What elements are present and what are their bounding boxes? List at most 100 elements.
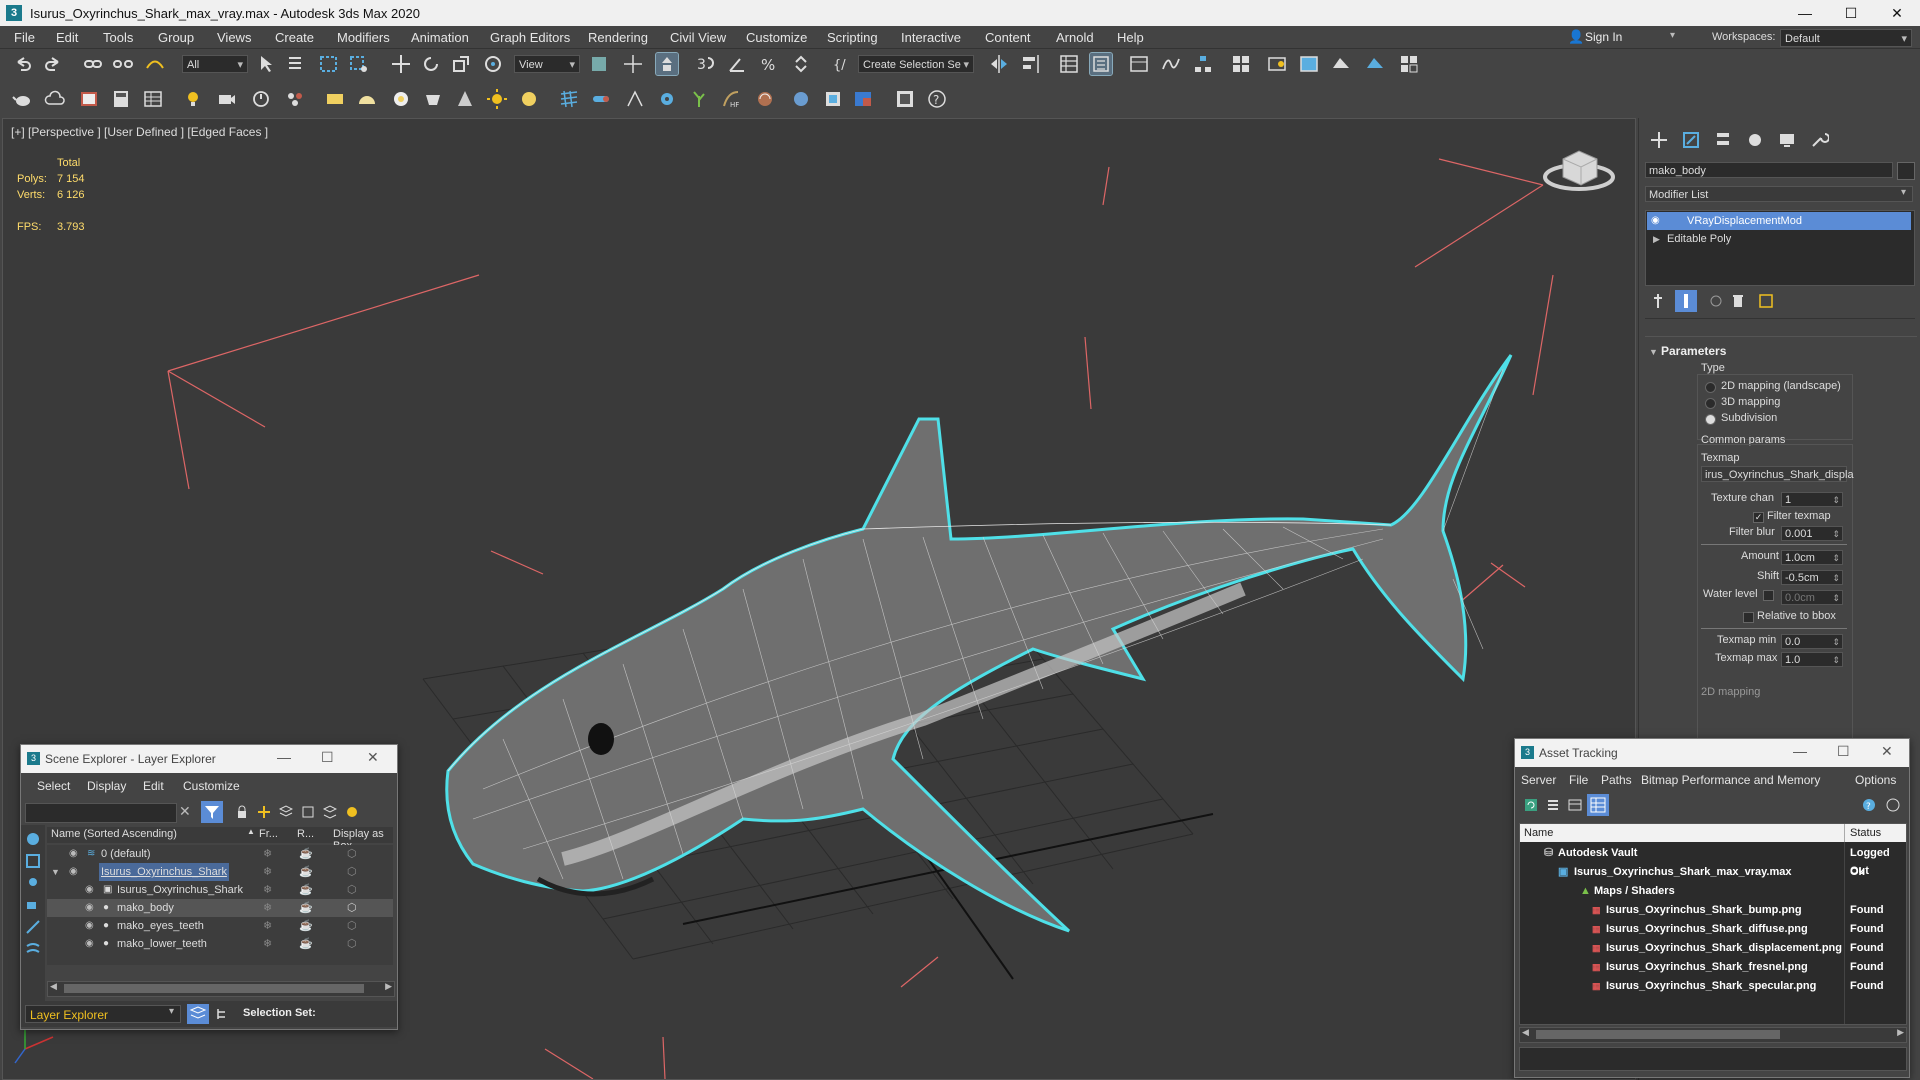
image-viewer-icon[interactable] [78, 88, 100, 110]
scroll-right-icon[interactable]: ▶ [1897, 1027, 1904, 1038]
at-path-field[interactable] [1519, 1047, 1907, 1071]
toggle-layer-explorer-icon[interactable] [1089, 52, 1113, 76]
freeze-icon[interactable]: ❄ [263, 917, 272, 935]
render-teapot-icon[interactable]: ☕ [299, 845, 313, 863]
light-bulb-icon[interactable] [182, 88, 204, 110]
visibility-eye-icon[interactable]: ◉ [85, 899, 94, 917]
texmap-min-spinner[interactable]: 0.0 [1781, 634, 1843, 649]
mirror-icon[interactable] [988, 53, 1010, 75]
move-icon[interactable] [390, 53, 412, 75]
display-geometry-icon[interactable] [25, 831, 41, 847]
particles-icon[interactable] [284, 88, 306, 110]
texmap-max-spinner[interactable]: 1.0 [1781, 652, 1843, 667]
display-spacewarps-icon[interactable] [25, 941, 41, 957]
keyboard-shortcut-override-icon[interactable] [655, 52, 679, 76]
scroll-right-icon[interactable]: ▶ [385, 981, 392, 992]
sort-by-hierarchy-icon[interactable] [215, 1006, 231, 1022]
render-teapot-icon[interactable]: ☕ [299, 899, 313, 917]
freeze-icon[interactable]: ❄ [263, 845, 272, 863]
camera-icon[interactable] [216, 88, 238, 110]
redo-icon[interactable] [42, 53, 64, 75]
calculator-icon[interactable] [110, 88, 132, 110]
minimize-button[interactable]: — [1782, 0, 1828, 26]
render-teapot-icon[interactable]: ☕ [299, 881, 313, 899]
render-teapot-icon[interactable]: ☕ [299, 863, 313, 881]
radio-3d-mapping[interactable] [1705, 398, 1716, 409]
named-selection-set-select[interactable]: Create Selection Se [858, 55, 974, 74]
scrollbar-thumb[interactable] [64, 984, 364, 993]
menu-graph-editors[interactable]: Graph Editors [490, 30, 570, 45]
filter-toggle-button[interactable] [201, 801, 223, 823]
se-menu-display[interactable]: Display [87, 779, 126, 793]
eye-icon[interactable]: ◉ [1651, 212, 1660, 230]
unlink-icon[interactable] [112, 53, 134, 75]
timer-icon[interactable] [250, 88, 272, 110]
select-object-icon[interactable] [256, 53, 278, 75]
menu-rendering[interactable]: Rendering [588, 30, 648, 45]
column-status[interactable]: Status [1850, 827, 1881, 839]
layers-icon[interactable] [279, 805, 293, 819]
help-icon[interactable]: ? [926, 88, 948, 110]
freeze-icon[interactable]: ❄ [263, 899, 272, 917]
box-display-icon[interactable]: ⬡ [347, 881, 357, 899]
menu-modifiers[interactable]: Modifiers [337, 30, 390, 45]
sort-by-layer-button[interactable] [187, 1004, 209, 1024]
freeze-icon[interactable]: ❄ [263, 863, 272, 881]
undo-icon[interactable] [12, 53, 34, 75]
tree-row[interactable]: ◉ ● mako_lower_teeth ❄ ☕ ⬡ [47, 935, 393, 953]
sign-in-dropdown-icon[interactable]: ▾ [1670, 30, 1675, 41]
display-tab-icon[interactable] [1777, 130, 1797, 150]
asset-row[interactable]: ▦ Isurus_Oxyrinchus_Shark_diffuse.png Fo… [1520, 920, 1906, 938]
create-layer-icon[interactable] [257, 805, 271, 819]
se-menu-customize[interactable]: Customize [183, 779, 240, 793]
filter-texmap-checkbox[interactable]: ✓ [1753, 512, 1764, 523]
maximize-button[interactable]: ☐ [1828, 0, 1874, 26]
utilities-tab-icon[interactable] [1809, 130, 1829, 150]
render-in-cloud-icon[interactable] [1398, 53, 1420, 75]
modifier-list-dropdown[interactable]: Modifier List [1645, 186, 1913, 202]
snap-toggle-icon[interactable]: 3 [694, 53, 716, 75]
stack-item-vray-displacement[interactable]: ◉ VRayDisplacementMod [1647, 212, 1911, 230]
column-render[interactable]: R... [297, 828, 314, 840]
box-display-icon[interactable]: ⬡ [347, 935, 357, 953]
toggle-ribbon-icon[interactable] [1128, 53, 1150, 75]
rendered-frame-window-icon[interactable] [1298, 53, 1320, 75]
configure-sets-icon[interactable] [1757, 292, 1775, 310]
motion-tab-icon[interactable] [1745, 130, 1765, 150]
rotate-icon[interactable] [420, 53, 442, 75]
menu-group[interactable]: Group [158, 30, 194, 45]
edit-named-selection-icon[interactable]: {/ [830, 53, 852, 75]
menu-customize[interactable]: Customize [746, 30, 807, 45]
se-menu-edit[interactable]: Edit [143, 779, 164, 793]
workspace-select[interactable]: Default [1780, 29, 1912, 48]
toggle-scene-explorer-icon[interactable] [1058, 53, 1080, 75]
show-end-result-button[interactable] [1675, 290, 1697, 312]
help-icon[interactable]: ? [1861, 797, 1877, 813]
collapse-arrow-icon[interactable]: ▼ [51, 863, 60, 881]
map-icon[interactable] [822, 88, 844, 110]
amount-spinner[interactable]: 1.0cm [1781, 550, 1843, 565]
angle-snap-icon[interactable] [726, 53, 748, 75]
spinner-snap-icon[interactable] [790, 53, 812, 75]
scene-explorer-maximize[interactable]: ☐ [321, 749, 334, 766]
scene-explorer-close[interactable]: ✕ [367, 749, 379, 766]
menu-civil-view[interactable]: Civil View [670, 30, 726, 45]
asset-tracking-maximize[interactable]: ☐ [1837, 743, 1850, 760]
menu-file[interactable]: File [14, 30, 35, 45]
plant-icon[interactable] [688, 88, 710, 110]
link-icon[interactable] [82, 53, 104, 75]
asset-row[interactable]: ▦ Isurus_Oxyrinchus_Shark_displacement.p… [1520, 939, 1906, 957]
asset-row[interactable]: ▦ Isurus_Oxyrinchus_Shark_specular.png F… [1520, 977, 1906, 995]
asset-tracking-titlebar[interactable]: 3 Asset Tracking — ☐ ✕ [1515, 739, 1909, 767]
table-icon[interactable] [142, 88, 164, 110]
modify-tab-icon[interactable] [1681, 130, 1701, 150]
trash-icon[interactable] [1729, 292, 1747, 310]
menu-create[interactable]: Create [275, 30, 314, 45]
menu-arnold[interactable]: Arnold [1056, 30, 1094, 45]
place-icon[interactable] [482, 53, 504, 75]
asset-tracking-minimize[interactable]: — [1793, 743, 1807, 759]
water-level-checkbox[interactable] [1763, 590, 1774, 601]
shift-spinner[interactable]: -0.5cm [1781, 570, 1843, 585]
freeze-icon[interactable]: ❄ [263, 881, 272, 899]
column-name[interactable]: Name (Sorted Ascending) [51, 828, 177, 840]
